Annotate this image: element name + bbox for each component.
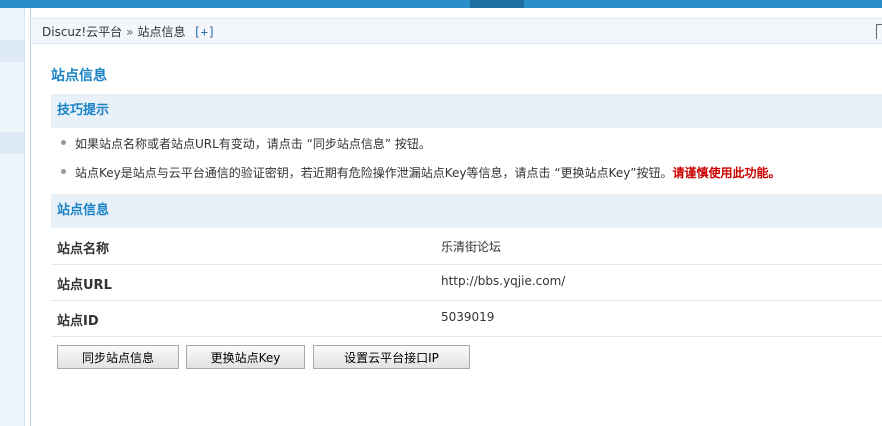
change-site-key-button[interactable]: 更换站点Key bbox=[186, 345, 305, 369]
bullet-icon bbox=[61, 169, 66, 174]
table-row: 站点名称 乐清街论坛 bbox=[51, 228, 882, 265]
top-nav-bar bbox=[0, 0, 882, 8]
sync-site-info-button[interactable]: 同步站点信息 bbox=[57, 345, 179, 369]
content-frame: Discuz!云平台» 站点信息 [+] 站点信息 技巧提示 如果站点名称或者站点U… bbox=[30, 8, 882, 426]
row-label: 站点ID bbox=[57, 314, 99, 329]
row-value: 5039019 bbox=[441, 310, 495, 324]
set-cloud-ip-button[interactable]: 设置云平台接口IP bbox=[313, 345, 470, 369]
breadcrumb-expand-button[interactable]: [+] bbox=[194, 25, 216, 39]
sidebar-item[interactable] bbox=[0, 132, 24, 154]
table-row: 站点ID 5039019 bbox=[51, 300, 882, 337]
sidebar-item[interactable] bbox=[0, 40, 24, 62]
tips-section-heading: 技巧提示 bbox=[51, 94, 882, 128]
page-title: 站点信息 bbox=[51, 68, 107, 84]
row-label: 站点名称 bbox=[57, 242, 110, 257]
tip-text: 站点Key是站点与云平台通信的验证密钥，若近期有危险操作泄漏站点Key等信息，请… bbox=[75, 166, 673, 180]
row-value: http://bbs.yqjie.com/ bbox=[441, 274, 566, 288]
frame-corner-icon bbox=[876, 24, 882, 39]
breadcrumb-separator: » bbox=[126, 25, 134, 39]
tip-item: 如果站点名称或者站点URL有变动，请点击 “同步站点信息” 按钮。 bbox=[61, 135, 431, 152]
row-label: 站点URL bbox=[57, 278, 112, 293]
row-value: 乐清街论坛 bbox=[441, 240, 502, 254]
tip-item: 站点Key是站点与云平台通信的验证密钥，若近期有危险操作泄漏站点Key等信息，请… bbox=[61, 164, 781, 181]
tip-warning: 请谨慎使用此功能。 bbox=[672, 166, 781, 180]
site-info-section-heading: 站点信息 bbox=[51, 194, 882, 228]
bullet-icon bbox=[61, 140, 66, 145]
left-sidebar bbox=[0, 8, 25, 426]
breadcrumb-current: 站点信息 bbox=[137, 25, 186, 39]
breadcrumb: Discuz!云平台 » 站点信息 [+] bbox=[31, 18, 882, 44]
top-nav-active-tab[interactable] bbox=[470, 0, 524, 8]
breadcrumb-root-link[interactable]: Discuz!云平台 bbox=[42, 25, 122, 39]
table-row: 站点URL http://bbs.yqjie.com/ bbox=[51, 264, 882, 301]
tip-text: 如果站点名称或者站点URL有变动，请点击 “同步站点信息” 按钮。 bbox=[75, 137, 431, 151]
